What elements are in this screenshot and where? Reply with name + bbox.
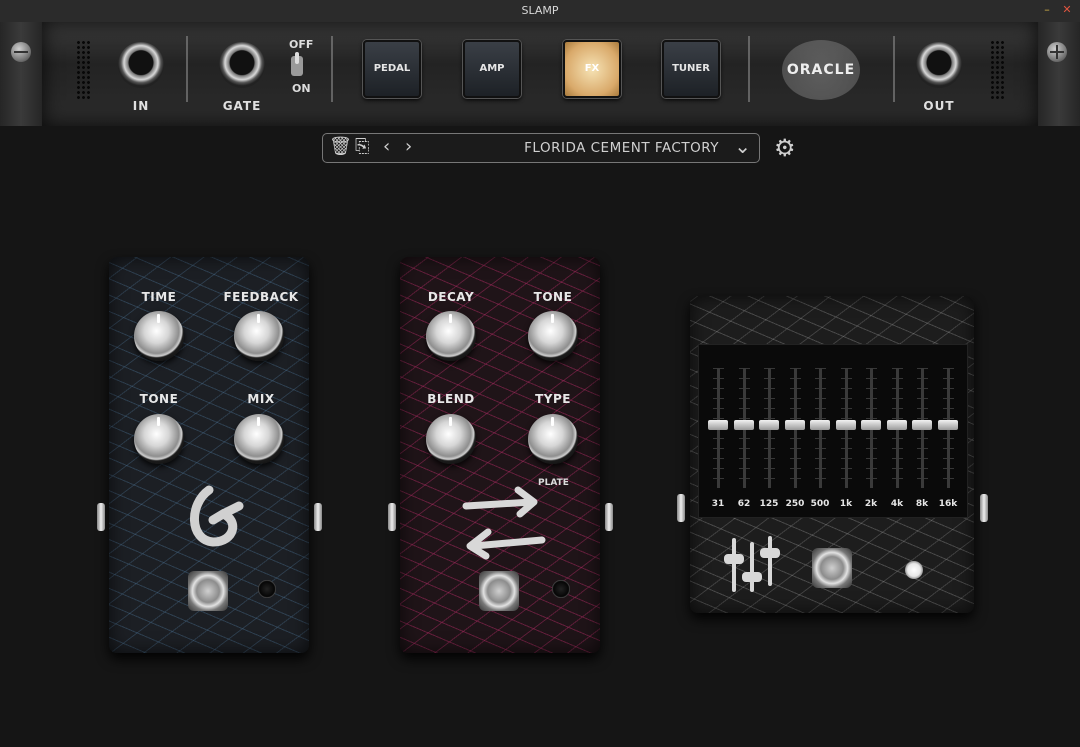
knob-label-mix: MIX xyxy=(247,392,275,406)
input-jack[interactable] xyxy=(118,42,164,88)
in-label: IN xyxy=(132,99,150,113)
delay-footswitch[interactable] xyxy=(188,571,228,611)
preset-name: FLORIDA CEMENT FACTORY xyxy=(524,140,719,156)
delay-led xyxy=(258,580,276,598)
slider-cap xyxy=(708,420,728,430)
slider-cap xyxy=(785,420,805,430)
eq-slider[interactable] xyxy=(809,368,831,488)
logo-text: ORACLE xyxy=(786,62,856,78)
pedal-lug xyxy=(980,494,988,522)
eq-slider[interactable] xyxy=(911,368,933,488)
eq-slider[interactable] xyxy=(860,368,882,488)
nav-tuner-button[interactable]: TUNER xyxy=(662,40,720,98)
reverb-led xyxy=(552,580,570,598)
eq-slider[interactable] xyxy=(937,368,959,488)
slider-cap xyxy=(938,420,958,430)
knob-label-feedback: FEEDBACK xyxy=(223,290,299,304)
eq-slider[interactable] xyxy=(784,368,806,488)
nav-fx-button[interactable]: FX xyxy=(563,40,621,98)
gate-label: GATE xyxy=(222,99,262,113)
rack-ear-left xyxy=(0,22,42,126)
chevron-down-icon[interactable]: ⌄ xyxy=(734,134,751,158)
knob-label-time: TIME xyxy=(141,290,177,304)
minimize-button[interactable]: – xyxy=(1040,3,1054,17)
output-jack[interactable] xyxy=(916,42,962,88)
speaker-grille xyxy=(990,40,1004,100)
chevron-left-icon[interactable]: ‹ xyxy=(383,136,390,157)
slider-cap xyxy=(887,420,907,430)
nav-pedal-button[interactable]: PEDAL xyxy=(363,40,421,98)
slider-cap xyxy=(861,420,881,430)
eq-slider[interactable] xyxy=(835,368,857,488)
eq-slider[interactable] xyxy=(707,368,729,488)
out-label: OUT xyxy=(923,99,955,113)
type-knob[interactable] xyxy=(528,414,578,464)
slider-cap xyxy=(836,420,856,430)
slider-cap xyxy=(810,420,830,430)
blend-knob[interactable] xyxy=(426,414,476,464)
eq-band-label: 16k xyxy=(938,499,958,509)
close-button[interactable]: ✕ xyxy=(1060,3,1074,17)
pedal-lug xyxy=(677,494,685,522)
eq-slider[interactable] xyxy=(758,368,780,488)
knob-label-blend: BLEND xyxy=(427,392,475,406)
divider xyxy=(893,36,895,102)
knob-label-decay: DECAY xyxy=(427,290,475,304)
gate-knob[interactable] xyxy=(219,42,265,88)
eq-footswitch[interactable] xyxy=(812,548,852,588)
pedal-lug xyxy=(97,503,105,531)
eq-led xyxy=(905,561,923,579)
window-title: SLAMP xyxy=(521,4,559,17)
knob-label-type: TYPE xyxy=(535,392,571,406)
slider-cap xyxy=(912,420,932,430)
pedal-lug xyxy=(314,503,322,531)
mix-knob[interactable] xyxy=(234,414,284,464)
delay-loop-icon xyxy=(190,485,244,547)
gear-icon[interactable]: ⚙ xyxy=(774,134,796,162)
screw-icon xyxy=(11,42,31,62)
pedal-lug xyxy=(605,503,613,531)
tone-knob[interactable] xyxy=(134,414,184,464)
screw-icon xyxy=(1047,42,1067,62)
decay-knob[interactable] xyxy=(426,311,476,361)
time-knob[interactable] xyxy=(134,311,184,361)
window-titlebar: SLAMP – ✕ xyxy=(0,0,1080,23)
eq-slider[interactable] xyxy=(733,368,755,488)
reverb-footswitch[interactable] xyxy=(479,571,519,611)
nav-amp-button[interactable]: AMP xyxy=(463,40,521,98)
gate-on-label: ON xyxy=(292,82,311,95)
swap-arrows-icon xyxy=(462,486,546,560)
trash-icon[interactable]: 🗑 xyxy=(329,136,352,157)
feedback-knob[interactable] xyxy=(234,311,284,361)
gate-off-label: OFF xyxy=(289,38,314,51)
speaker-grille xyxy=(76,40,90,100)
divider xyxy=(186,36,188,102)
gate-toggle-switch[interactable] xyxy=(291,52,303,76)
slider-cap xyxy=(759,420,779,430)
rack-ear-right xyxy=(1038,22,1080,126)
reverb-tone-knob[interactable] xyxy=(528,311,578,361)
header-panel xyxy=(42,22,1038,126)
divider xyxy=(331,36,333,102)
pedal-lug xyxy=(388,503,396,531)
knob-label-tone: TONE xyxy=(533,290,573,304)
knob-label-tone: TONE xyxy=(139,392,179,406)
eq-slider[interactable] xyxy=(886,368,908,488)
preset-selector[interactable]: 🗑 ⎘ ‹ › FLORIDA CEMENT FACTORY ⌄ xyxy=(322,133,760,163)
divider xyxy=(748,36,750,102)
save-icon[interactable]: ⎘ xyxy=(355,136,369,157)
eq-sliders-icon xyxy=(724,536,780,592)
slider-cap xyxy=(734,420,754,430)
chevron-right-icon[interactable]: › xyxy=(405,136,412,157)
